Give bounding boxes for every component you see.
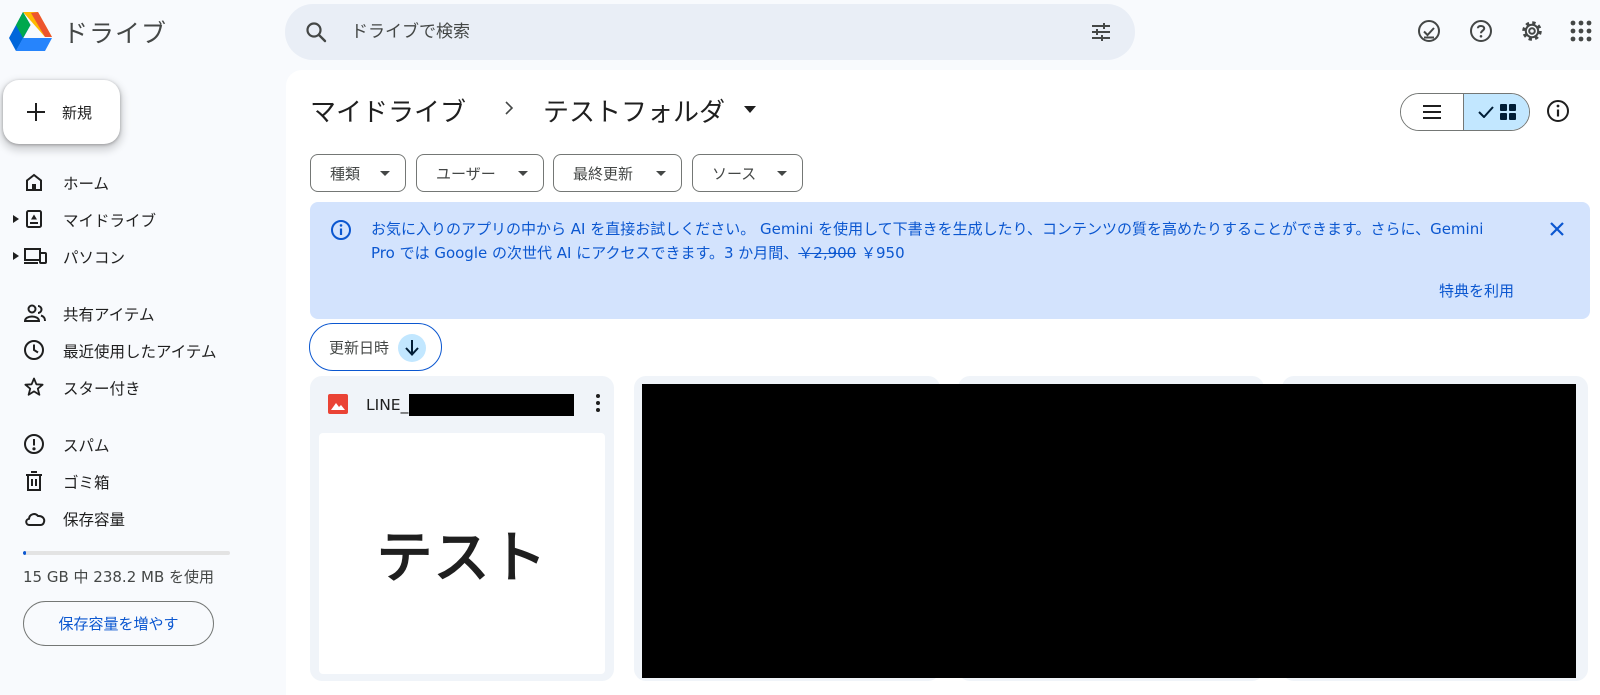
- thumbnail-text: テスト: [376, 526, 548, 591]
- sidebar-item-label: マイドライブ: [63, 212, 157, 230]
- expand-caret-icon[interactable]: [13, 252, 19, 260]
- cloud-icon: [23, 507, 46, 529]
- sidebar-item-storage[interactable]: 保存容量: [0, 502, 270, 534]
- sidebar-item-home[interactable]: ホーム: [0, 166, 270, 198]
- redacted-region: [642, 384, 1576, 678]
- sidebar-item-label: 保存容量: [63, 511, 126, 529]
- filter-chip-label: ユーザー: [436, 164, 496, 183]
- more-actions-icon[interactable]: [596, 394, 600, 412]
- dropdown-arrow-icon: [777, 171, 787, 176]
- banner-message-text: お気に入りのアプリの中から AI を直接お試しください。 Gemini を使用し…: [371, 220, 1484, 262]
- file-thumbnail[interactable]: テスト: [319, 433, 605, 674]
- breadcrumb-current-folder[interactable]: テストフォルダ: [543, 92, 725, 129]
- view-toggle: [1400, 93, 1530, 131]
- sidebar-item-label: ゴミ箱: [63, 474, 110, 492]
- close-icon[interactable]: [1548, 220, 1566, 238]
- filter-chip-people[interactable]: ユーザー: [416, 154, 544, 192]
- shared-icon: [23, 302, 46, 324]
- filter-chip-modified[interactable]: 最終更新: [553, 154, 682, 192]
- recent-icon: [23, 339, 45, 361]
- file-card[interactable]: LINE_ テスト: [310, 376, 614, 681]
- sidebar-item-recent[interactable]: 最近使用したアイテム: [0, 334, 270, 366]
- info-icon: [329, 218, 353, 242]
- dropdown-arrow-icon: [518, 171, 528, 176]
- filter-chip-source[interactable]: ソース: [692, 154, 803, 192]
- file-name: LINE_: [366, 394, 575, 416]
- home-icon: [23, 171, 45, 193]
- grid-view-button[interactable]: [1464, 94, 1529, 130]
- check-icon: [1477, 106, 1494, 118]
- sort-by-modified-button[interactable]: 更新日時: [309, 323, 442, 371]
- details-info-icon[interactable]: [1545, 98, 1571, 124]
- sidebar-item-label: スター付き: [63, 380, 141, 398]
- sidebar-item-computers[interactable]: パソコン: [0, 240, 270, 272]
- sidebar-item-label: 最近使用したアイテム: [63, 343, 217, 361]
- app-title: ドライブ: [63, 19, 168, 48]
- sidebar-item-label: 共有アイテム: [63, 306, 155, 324]
- grid-icon: [1499, 104, 1516, 120]
- sidebar-item-label: スパム: [63, 437, 110, 455]
- breadcrumb-separator-icon: [503, 98, 515, 118]
- my-drive-icon: [23, 208, 45, 230]
- drive-logo-icon[interactable]: [9, 12, 52, 51]
- trash-icon: [23, 470, 45, 492]
- redacted-filename: [409, 394, 575, 416]
- dropdown-arrow-icon: [656, 171, 666, 176]
- sidebar-item-shared[interactable]: 共有アイテム: [0, 297, 270, 329]
- settings-icon[interactable]: [1517, 16, 1547, 46]
- sort-direction-arrow-icon[interactable]: [398, 334, 426, 362]
- filter-chip-label: ソース: [712, 164, 757, 183]
- sidebar-item-starred[interactable]: スター付き: [0, 371, 270, 403]
- storage-usage-text: 15 GB 中 238.2 MB を使用: [23, 568, 215, 586]
- search-input[interactable]: [351, 19, 1051, 45]
- filter-chip-type[interactable]: 種類: [310, 154, 406, 192]
- sidebar-item-my-drive[interactable]: マイドライブ: [0, 203, 270, 235]
- apps-grid-icon[interactable]: [1566, 16, 1596, 46]
- ready-for-offline-icon[interactable]: [1414, 16, 1444, 46]
- banner-old-price: ￥2,900: [798, 244, 857, 262]
- search-bar[interactable]: [285, 4, 1135, 60]
- banner-new-price: ￥950: [856, 244, 905, 262]
- claim-offer-button[interactable]: 特典を利用: [1439, 280, 1514, 301]
- file-name-text: LINE_: [366, 396, 409, 414]
- computers-icon: [23, 245, 47, 267]
- sidebar-item-label: パソコン: [63, 249, 126, 267]
- plus-icon: [25, 101, 47, 123]
- breadcrumb-root[interactable]: マイドライブ: [310, 92, 466, 129]
- spam-icon: [23, 433, 45, 455]
- sidebar-item-label: ホーム: [63, 175, 110, 193]
- image-file-icon: [328, 394, 348, 414]
- sort-label: 更新日時: [329, 338, 390, 357]
- storage-usage-bar: [23, 551, 230, 555]
- filter-chip-label: 最終更新: [573, 164, 634, 183]
- get-more-storage-button[interactable]: 保存容量を増やす: [23, 601, 214, 646]
- search-options-icon[interactable]: [1089, 20, 1113, 44]
- expand-caret-icon[interactable]: [13, 215, 19, 223]
- new-button-label: 新規: [62, 103, 93, 122]
- dropdown-arrow-icon: [380, 171, 390, 176]
- sidebar-item-spam[interactable]: スパム: [0, 428, 270, 460]
- banner-message: お気に入りのアプリの中から AI を直接お試しください。 Gemini を使用し…: [371, 217, 1501, 265]
- new-button[interactable]: 新規: [3, 80, 120, 144]
- gemini-promo-banner: お気に入りのアプリの中から AI を直接お試しください。 Gemini を使用し…: [310, 202, 1590, 319]
- folder-menu-dropdown-icon[interactable]: [744, 106, 756, 113]
- help-icon[interactable]: [1466, 16, 1496, 46]
- list-view-button[interactable]: [1401, 94, 1465, 130]
- star-icon: [23, 376, 45, 398]
- storage-usage-fill: [23, 551, 27, 555]
- sidebar-item-trash[interactable]: ゴミ箱: [0, 465, 270, 497]
- filter-chip-label: 種類: [330, 164, 361, 183]
- search-icon[interactable]: [304, 20, 328, 44]
